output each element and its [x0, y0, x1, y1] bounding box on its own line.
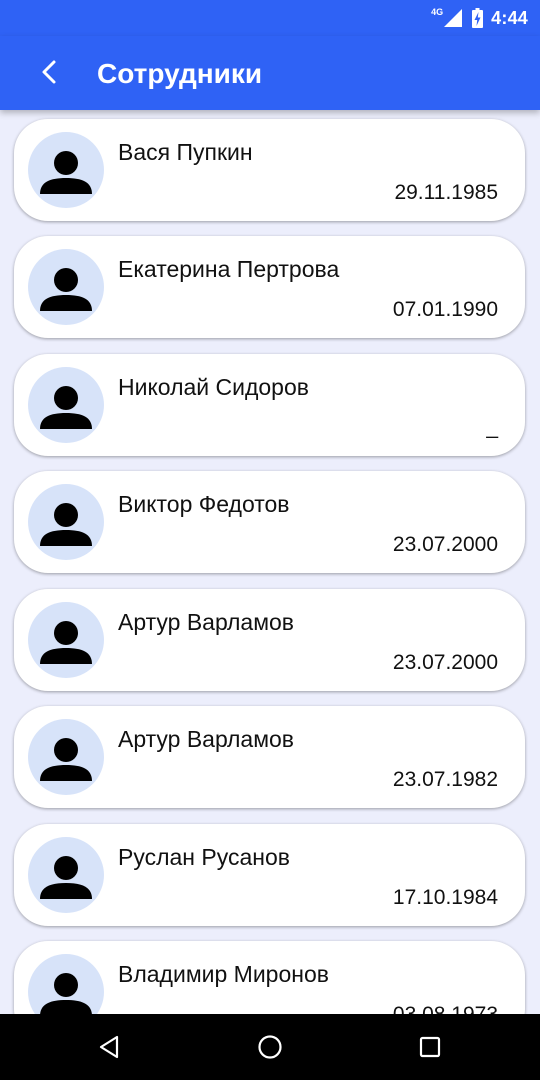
employee-card[interactable]: Руслан Русанов 17.10.1984: [14, 824, 525, 926]
system-nav-bar: [0, 1014, 540, 1080]
employee-card[interactable]: Артур Варламов 23.07.2000: [14, 589, 525, 691]
employee-birthdate: 23.07.2000: [392, 533, 498, 556]
app-bar: Сотрудники: [0, 36, 540, 110]
person-icon: [40, 621, 92, 664]
employee-list[interactable]: Вася Пупкин 29.11.1985 Екатерина Пертров…: [0, 110, 540, 1014]
employee-card[interactable]: Владимир Миронов 03.08.1973: [14, 941, 525, 1014]
nav-recents-button[interactable]: [407, 1024, 453, 1070]
back-button[interactable]: [28, 50, 72, 94]
employee-name: Артур Варламов: [118, 609, 295, 635]
employee-birthdate: 03.08.1973: [393, 1003, 498, 1014]
employee-birthdate: 29.11.1985: [394, 181, 498, 204]
avatar: [28, 132, 104, 208]
employees-screen: 4G 4:44 Сотрудники Вася Пупкин 29.11.198…: [0, 0, 540, 1080]
page-title: Сотрудники: [97, 58, 263, 89]
nav-back-icon: [99, 1035, 119, 1059]
nav-back-button[interactable]: [87, 1024, 133, 1070]
person-icon: [40, 973, 92, 1014]
employee-name: Руслан Русанов: [118, 844, 290, 870]
network-type: 4G: [431, 7, 444, 17]
avatar: [28, 484, 104, 560]
employee-card[interactable]: Вася Пупкин 29.11.1985: [14, 119, 525, 221]
employee-card[interactable]: Екатерина Пертрова 07.01.1990: [14, 236, 525, 338]
employee-birthdate: 07.01.1990: [392, 298, 498, 321]
nav-recents-icon: [419, 1036, 441, 1058]
employee-name: Николай Сидоров: [118, 374, 309, 400]
signal-indicator: 4G: [431, 7, 463, 27]
person-icon: [40, 738, 92, 781]
employee-name: Вася Пупкин: [118, 139, 253, 165]
employee-name: Артур Варламов: [118, 726, 295, 752]
employee-card[interactable]: Артур Варламов 23.07.1982: [14, 706, 525, 808]
signal-icon: [444, 9, 463, 27]
person-icon: [40, 151, 92, 194]
employee-name: Виктор Федотов: [118, 491, 290, 517]
employee-name: Екатерина Пертрова: [118, 256, 340, 282]
clock: 4:44: [491, 7, 528, 28]
avatar: [28, 954, 104, 1014]
nav-home-button[interactable]: [247, 1024, 293, 1070]
avatar: [28, 719, 104, 795]
nav-home-icon: [258, 1035, 282, 1059]
avatar: [28, 367, 104, 443]
back-arrow-icon: [42, 60, 56, 84]
employee-birthdate: _: [486, 416, 498, 439]
avatar: [28, 602, 104, 678]
person-icon: [40, 856, 92, 899]
employee-birthdate: 23.07.2000: [392, 651, 498, 674]
person-icon: [40, 386, 92, 429]
employee-name: Владимир Миронов: [118, 961, 329, 987]
avatar: [28, 837, 104, 913]
employee-card[interactable]: Николай Сидоров _: [14, 354, 525, 456]
employee-card[interactable]: Виктор Федотов 23.07.2000: [14, 471, 525, 573]
avatar: [28, 249, 104, 325]
employee-birthdate: 23.07.1982: [392, 768, 498, 791]
employee-birthdate: 17.10.1984: [392, 886, 498, 909]
person-icon: [40, 268, 92, 311]
status-bar: 4G 4:44: [0, 0, 540, 36]
battery-charging-icon: [472, 8, 484, 28]
person-icon: [40, 503, 92, 546]
